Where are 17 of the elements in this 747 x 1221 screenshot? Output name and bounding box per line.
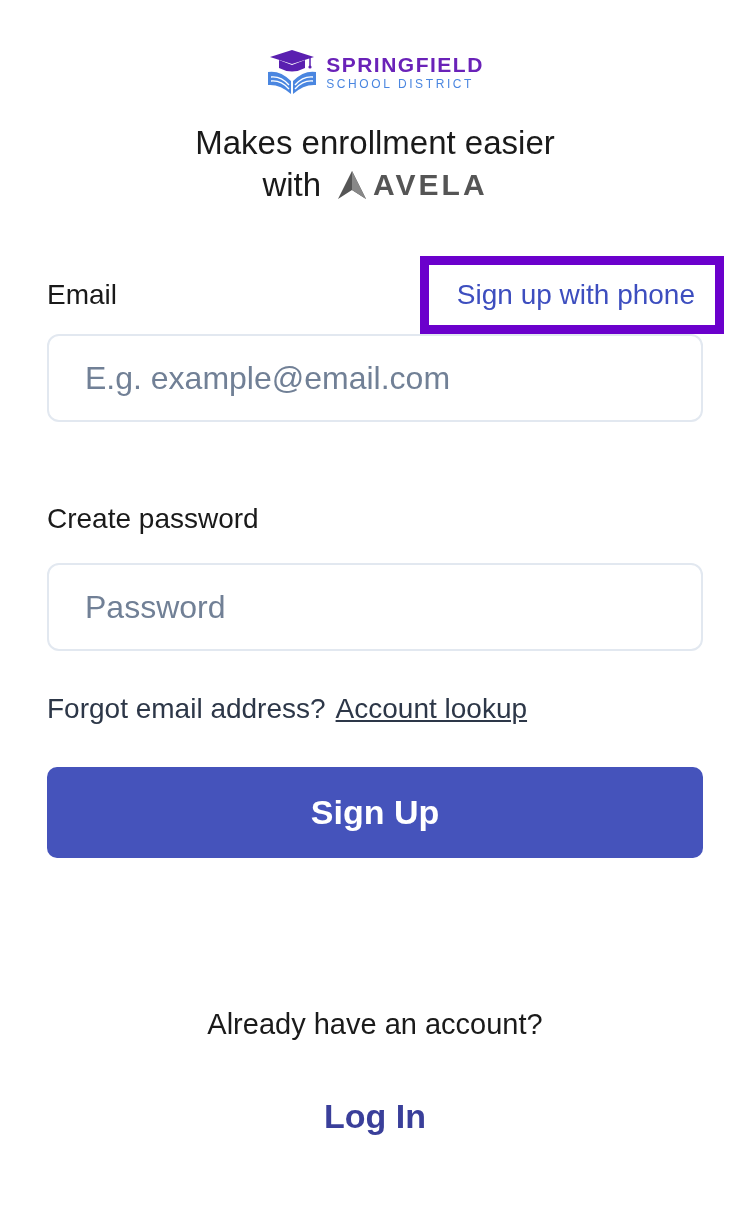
tagline-text: Makes enrollment easier (195, 123, 555, 163)
forgot-text: Forgot email address? (47, 693, 326, 725)
email-field[interactable]: E.g. example@email.com (47, 334, 703, 422)
district-name: SPRINGFIELD (326, 53, 484, 77)
tagline-with: with (262, 165, 322, 205)
cap-and-book-icon (266, 48, 319, 96)
account-lookup-link[interactable]: Account lookup (335, 693, 528, 725)
field-label: Create password (47, 503, 259, 535)
brand-name: AVELA (373, 168, 488, 202)
password-field[interactable]: Password (47, 563, 703, 651)
field-label: Email (47, 279, 117, 311)
sign-up-button[interactable]: Sign Up (47, 767, 703, 858)
phone-signup-link[interactable]: Sign up with phone (419, 256, 724, 334)
district-subtitle: SCHOOL DISTRICT (326, 77, 476, 91)
log-in-link[interactable]: Log In (324, 1097, 426, 1136)
peak-icon (337, 170, 368, 200)
account-prompt: Already have an account? (207, 1008, 543, 1041)
